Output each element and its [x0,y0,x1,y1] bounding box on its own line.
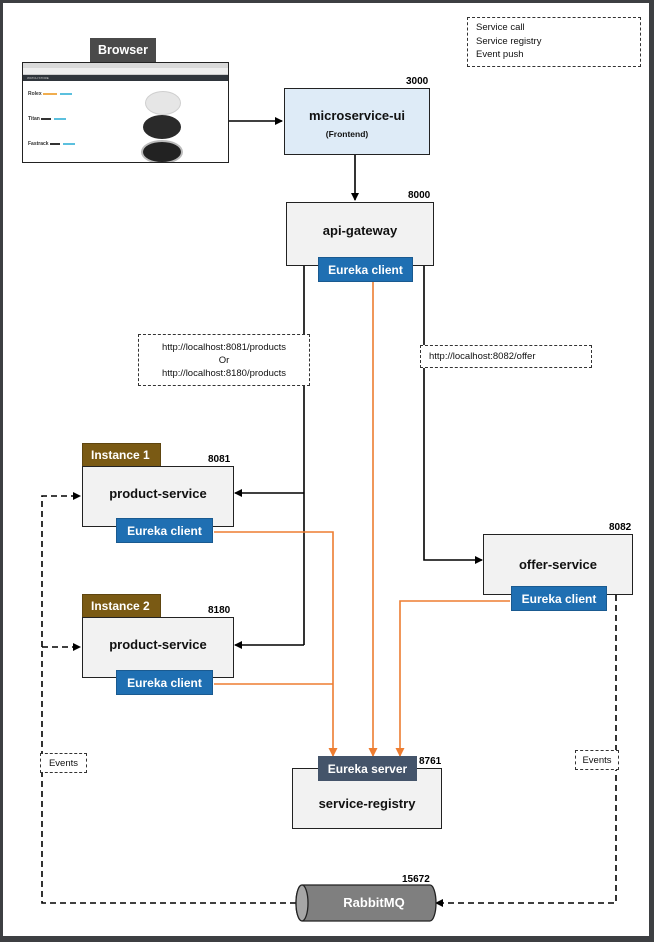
port-gateway: 8000 [408,190,431,201]
registry-eureka-server-badge: Eureka server [318,756,417,781]
node-microservice-ui-subtitle: (Frontend) [325,129,369,139]
watch-image-fastrack [141,140,183,162]
node-microservice-ui-name: microservice-ui [308,108,406,123]
node-service-registry-name: service-registry [318,796,416,811]
node-product-service-2-name: product-service [109,637,207,652]
instance-2-label: Instance 2 [82,594,161,618]
product2-eureka-client-badge: Eureka client [116,670,213,695]
browser-label-text: Browser [97,43,149,57]
products-url-2: http://localhost:8180/products [161,367,287,379]
products-url-or: Or [218,354,230,366]
store-title: WATCH STORE [27,76,49,80]
legend-label-service-call: Service call [476,22,525,33]
port-product1: 8081 [208,454,231,465]
node-api-gateway-name: api-gateway [322,222,398,238]
port-product2: 8180 [208,605,231,616]
products-url-1: http://localhost:8081/products [161,341,287,353]
port-offer: 8082 [609,522,632,533]
port-frontend: 3000 [406,76,429,87]
rabbitmq-label: RabbitMQ [343,895,405,910]
port-registry: 8761 [419,756,442,767]
node-offer-service-name: offer-service [518,557,598,572]
browser-screenshot: WATCH STORE Rolex Titan Fastrack [22,62,229,163]
browser-toolbar [23,68,228,75]
watch-image-silver [145,91,181,115]
offer-url: http://localhost:8082/offer [429,351,536,362]
instance-1-label: Instance 1 [82,443,161,467]
products-url-note: http://localhost:8081/products Or http:/… [138,334,310,386]
offer-eureka-client-badge: Eureka client [511,586,607,611]
product-rolex: Rolex [28,90,73,97]
legend-label-service-registry: Service registry [476,36,542,47]
offer-url-note: http://localhost:8082/offer [420,345,592,368]
node-product-service-2[interactable]: product-service [82,617,234,678]
browser-label: Browser [90,38,156,62]
events-note-left: Events [40,753,87,773]
watch-image-black [143,115,181,139]
legend: Service call Service registry Event push [467,17,641,67]
legend-label-event-push: Event push [476,49,524,60]
product1-eureka-client-badge: Eureka client [116,518,213,543]
node-product-service-1-name: product-service [109,486,207,501]
node-microservice-ui[interactable]: microservice-ui (Frontend) [284,88,430,155]
events-note-right: Events [575,750,619,770]
gateway-eureka-client-badge: Eureka client [318,257,413,282]
store-navbar: WATCH STORE [23,75,228,81]
product-fastrack: Fastrack [28,140,75,147]
product-titan: Titan [28,115,67,122]
